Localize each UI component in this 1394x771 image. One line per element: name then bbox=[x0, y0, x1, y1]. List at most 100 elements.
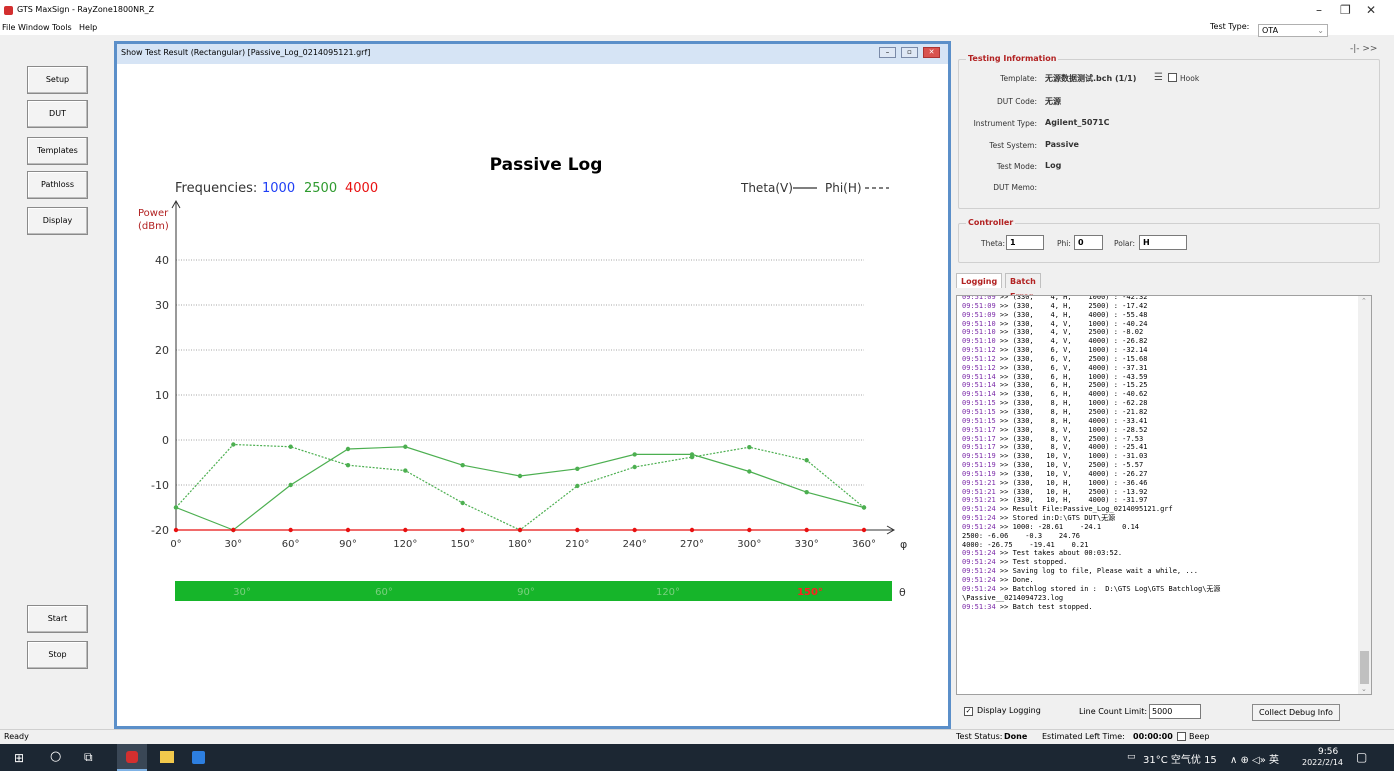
data-point bbox=[460, 500, 465, 506]
windows-start-icon[interactable]: ⊞ bbox=[14, 751, 24, 765]
app-logo-icon bbox=[4, 6, 13, 15]
log-panel[interactable]: 09:51:09 >> (330, 4, H, 1000) : -42.32 09… bbox=[956, 295, 1372, 695]
log-timestamp: 09:51:17 bbox=[962, 434, 996, 443]
polar-input[interactable]: H bbox=[1139, 235, 1187, 250]
log-message: >> (330, 8, V, 1000) : -28.52 bbox=[995, 425, 1148, 434]
notification-icon[interactable]: ▢ bbox=[1356, 750, 1367, 764]
log-message: >> (330, 10, V, 4000) : -26.27 bbox=[995, 469, 1148, 478]
y-axis-unit: (dBm) bbox=[138, 221, 169, 232]
window-title: GTS MaxSign - RayZone1800NR_Z bbox=[17, 5, 155, 14]
log-line: 09:51:19 >> (330, 10, V, 4000) : -26.27 bbox=[962, 470, 1357, 479]
stop-button[interactable]: Stop bbox=[27, 641, 88, 669]
dut-memo-label: DUT Memo: bbox=[993, 183, 1037, 192]
scroll-up-icon[interactable]: ⌃ bbox=[1361, 297, 1367, 305]
log-timestamp: 09:51:19 bbox=[962, 461, 996, 470]
x-tick-label: 330° bbox=[795, 539, 819, 550]
log-line: 09:51:21 >> (330, 10, H, 4000) : -31.97 bbox=[962, 496, 1357, 505]
child-restore-icon[interactable]: ▫ bbox=[901, 47, 918, 58]
clock-time[interactable]: 9:56 bbox=[1318, 747, 1338, 757]
left-panel: Setup DUT Templates Pathloss Display Sta… bbox=[0, 38, 112, 728]
log-message: >> (330, 10, H, 4000) : -31.97 bbox=[995, 496, 1148, 505]
beep-checkbox[interactable] bbox=[1177, 732, 1186, 741]
phi-input[interactable]: 0 bbox=[1074, 235, 1103, 250]
display-logging-checkbox[interactable]: ✓ bbox=[964, 707, 973, 716]
close-icon[interactable]: ✕ bbox=[1366, 3, 1376, 17]
theta-label: Theta: bbox=[981, 239, 1006, 248]
system-tray[interactable]: ∧ ⊕ ◁» 英 bbox=[1230, 751, 1279, 766]
log-timestamp: 09:51:15 bbox=[962, 399, 996, 408]
app-taskbar-button[interactable] bbox=[117, 744, 147, 771]
log-message: >> (330, 10, V, 1000) : -31.03 bbox=[995, 452, 1148, 461]
search-icon[interactable]: ○ bbox=[50, 749, 61, 764]
menu-help[interactable]: Help bbox=[79, 23, 97, 32]
log-timestamp: 09:51:21 bbox=[962, 478, 996, 487]
data-point bbox=[231, 442, 236, 447]
panel-pin-icon[interactable]: -|- >> bbox=[1350, 44, 1377, 54]
line-count-label: Line Count Limit: bbox=[1079, 707, 1148, 716]
dut-button[interactable]: DUT bbox=[27, 100, 88, 128]
clock-date[interactable]: 2022/2/14 bbox=[1302, 758, 1343, 767]
templates-button[interactable]: Templates bbox=[27, 137, 88, 165]
line-count-input[interactable]: 5000 bbox=[1149, 704, 1201, 719]
menu-file[interactable]: File bbox=[2, 23, 15, 32]
log-timestamp: 09:51:10 bbox=[962, 328, 996, 337]
tab-logging[interactable]: Logging bbox=[956, 273, 1003, 288]
log-message: >> Stored in:D:\GTS DUT\无源 bbox=[995, 514, 1116, 523]
menu-window[interactable]: Window bbox=[18, 23, 50, 32]
app-icon[interactable] bbox=[192, 751, 205, 764]
x-tick-label: 210° bbox=[565, 539, 589, 550]
data-point bbox=[288, 482, 293, 488]
x-tick-label: 270° bbox=[680, 539, 704, 550]
x-tick-label: 300° bbox=[737, 539, 761, 550]
tab-batch-error[interactable]: Batch Error bbox=[1005, 273, 1041, 301]
x-tick-label: 240° bbox=[623, 539, 647, 550]
log-timestamp: 09:51:24 bbox=[962, 522, 996, 531]
start-button[interactable]: Start bbox=[27, 605, 88, 633]
chart-series bbox=[173, 442, 867, 533]
hook-checkbox[interactable] bbox=[1168, 73, 1177, 82]
hook-label: Hook bbox=[1180, 74, 1200, 83]
child-close-icon[interactable]: ✕ bbox=[923, 47, 940, 58]
log-message: >> Result File:Passive_Log_0214095121.gr… bbox=[995, 505, 1173, 514]
data-point bbox=[689, 454, 695, 460]
menu-tools[interactable]: Tools bbox=[52, 23, 72, 32]
display-button[interactable]: Display bbox=[27, 207, 88, 235]
log-message: >> (330, 10, H, 1000) : -36.46 bbox=[995, 478, 1148, 487]
test-status-value: Done bbox=[1004, 732, 1028, 741]
legend-phi: Phi(H) bbox=[825, 181, 862, 195]
restore-icon[interactable]: ❐ bbox=[1340, 3, 1351, 17]
log-line: 09:51:34 >> Batch test stopped. bbox=[962, 603, 1357, 612]
log-message: >> (330, 6, H, 1000) : -43.59 bbox=[995, 372, 1148, 381]
pathloss-button[interactable]: Pathloss bbox=[27, 171, 88, 199]
y-tick-label: 40 bbox=[155, 254, 169, 267]
task-view-icon[interactable]: ⧉ bbox=[84, 750, 93, 765]
y-tick-label: -10 bbox=[151, 479, 169, 492]
test-type-select[interactable]: OTA ⌄ bbox=[1258, 24, 1328, 37]
scroll-down-icon[interactable]: ⌄ bbox=[1361, 685, 1367, 693]
log-message: >> (330, 8, V, 2500) : -7.53 bbox=[995, 434, 1144, 443]
theta-input[interactable]: 1 bbox=[1006, 235, 1044, 250]
log-scrollbar[interactable]: ⌃ ⌄ bbox=[1358, 296, 1371, 694]
log-timestamp: 09:51:24 bbox=[962, 549, 996, 558]
collect-debug-button[interactable]: Collect Debug Info bbox=[1252, 704, 1340, 721]
minimize-icon[interactable]: – bbox=[1316, 3, 1322, 17]
data-point bbox=[345, 463, 351, 468]
chevron-down-icon: ⌄ bbox=[1317, 26, 1324, 35]
log-timestamp: 09:51:24 bbox=[962, 505, 996, 514]
log-scroll-thumb[interactable] bbox=[1360, 651, 1369, 684]
log-timestamp: 09:51:12 bbox=[962, 363, 996, 372]
log-timestamp: 09:51:24 bbox=[962, 558, 996, 567]
setup-button[interactable]: Setup bbox=[27, 66, 88, 94]
data-point bbox=[632, 527, 637, 533]
y-axis: 40 30 20 10 0 -10 -20 bbox=[151, 199, 896, 537]
list-icon[interactable]: ☰ bbox=[1154, 72, 1163, 83]
dut-code-value: 无源 bbox=[1045, 97, 1061, 106]
child-minimize-icon[interactable]: – bbox=[879, 47, 896, 58]
data-point bbox=[288, 527, 293, 533]
data-point bbox=[861, 527, 867, 533]
test-mode-label: Test Mode: bbox=[996, 162, 1037, 171]
test-system-value: Passive bbox=[1045, 140, 1079, 149]
y-tick-label: -20 bbox=[151, 524, 169, 537]
log-line: 09:51:24 >> Saving log to file, Please w… bbox=[962, 567, 1357, 576]
file-explorer-icon[interactable] bbox=[160, 751, 174, 763]
